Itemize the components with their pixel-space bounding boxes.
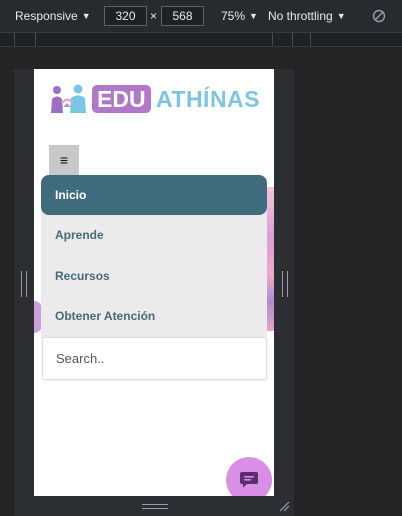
logo-figures-icon — [51, 84, 86, 113]
ruler-divider — [292, 33, 293, 46]
ruler-divider — [14, 33, 15, 46]
throttling-caret-icon: ▼ — [336, 11, 346, 21]
rotate-disabled-icon[interactable] — [372, 9, 386, 23]
right-resize-handle[interactable] — [282, 271, 288, 297]
mobile-nav-menu: Inicio Aprende Recursos Obtener Atención — [41, 175, 267, 339]
bottom-resize-handle[interactable] — [142, 504, 168, 509]
device-mode-caret-icon: ▼ — [81, 11, 91, 21]
width-input[interactable] — [104, 6, 147, 26]
zoom-caret-icon: ▼ — [249, 11, 258, 21]
search-input[interactable] — [42, 337, 267, 380]
web-page: EDU ATHÍNAS ≡ Inicio Aprende Recursos Ob… — [34, 69, 274, 496]
ruler-divider — [35, 33, 36, 46]
nav-item-recursos[interactable]: Recursos — [41, 256, 267, 297]
logo-athinas-text: ATHÍNAS — [156, 86, 261, 112]
device-toolbar: Responsive▼ × 75%▼ No throttling▼ — [0, 0, 402, 32]
throttling-label: No throttling — [268, 9, 333, 23]
media-query-ruler — [0, 32, 402, 47]
chat-bubble-icon — [240, 472, 258, 488]
height-input[interactable] — [161, 6, 204, 26]
device-mode-label: Responsive — [15, 9, 78, 23]
device-mode-dropdown[interactable]: Responsive ▼ — [15, 9, 91, 23]
left-resize-handle[interactable] — [21, 271, 27, 297]
ruler-divider — [310, 33, 311, 46]
site-logo[interactable]: EDU ATHÍNAS — [48, 83, 262, 115]
resize-grip-icon[interactable] — [278, 500, 290, 512]
dimension-separator: × — [150, 9, 158, 23]
chat-button[interactable] — [226, 457, 272, 496]
nav-item-inicio[interactable]: Inicio — [41, 175, 267, 215]
nav-item-obtener-atencion[interactable]: Obtener Atención — [41, 296, 267, 337]
hamburger-menu-icon[interactable]: ≡ — [49, 145, 79, 175]
zoom-label: 75% — [221, 9, 246, 23]
zoom-dropdown[interactable]: 75% ▼ — [221, 9, 258, 23]
logo-edu-text: EDU — [92, 85, 151, 113]
ruler-divider — [272, 33, 273, 46]
throttling-dropdown[interactable]: No throttling ▼ — [268, 9, 346, 23]
nav-item-aprende[interactable]: Aprende — [41, 215, 267, 256]
